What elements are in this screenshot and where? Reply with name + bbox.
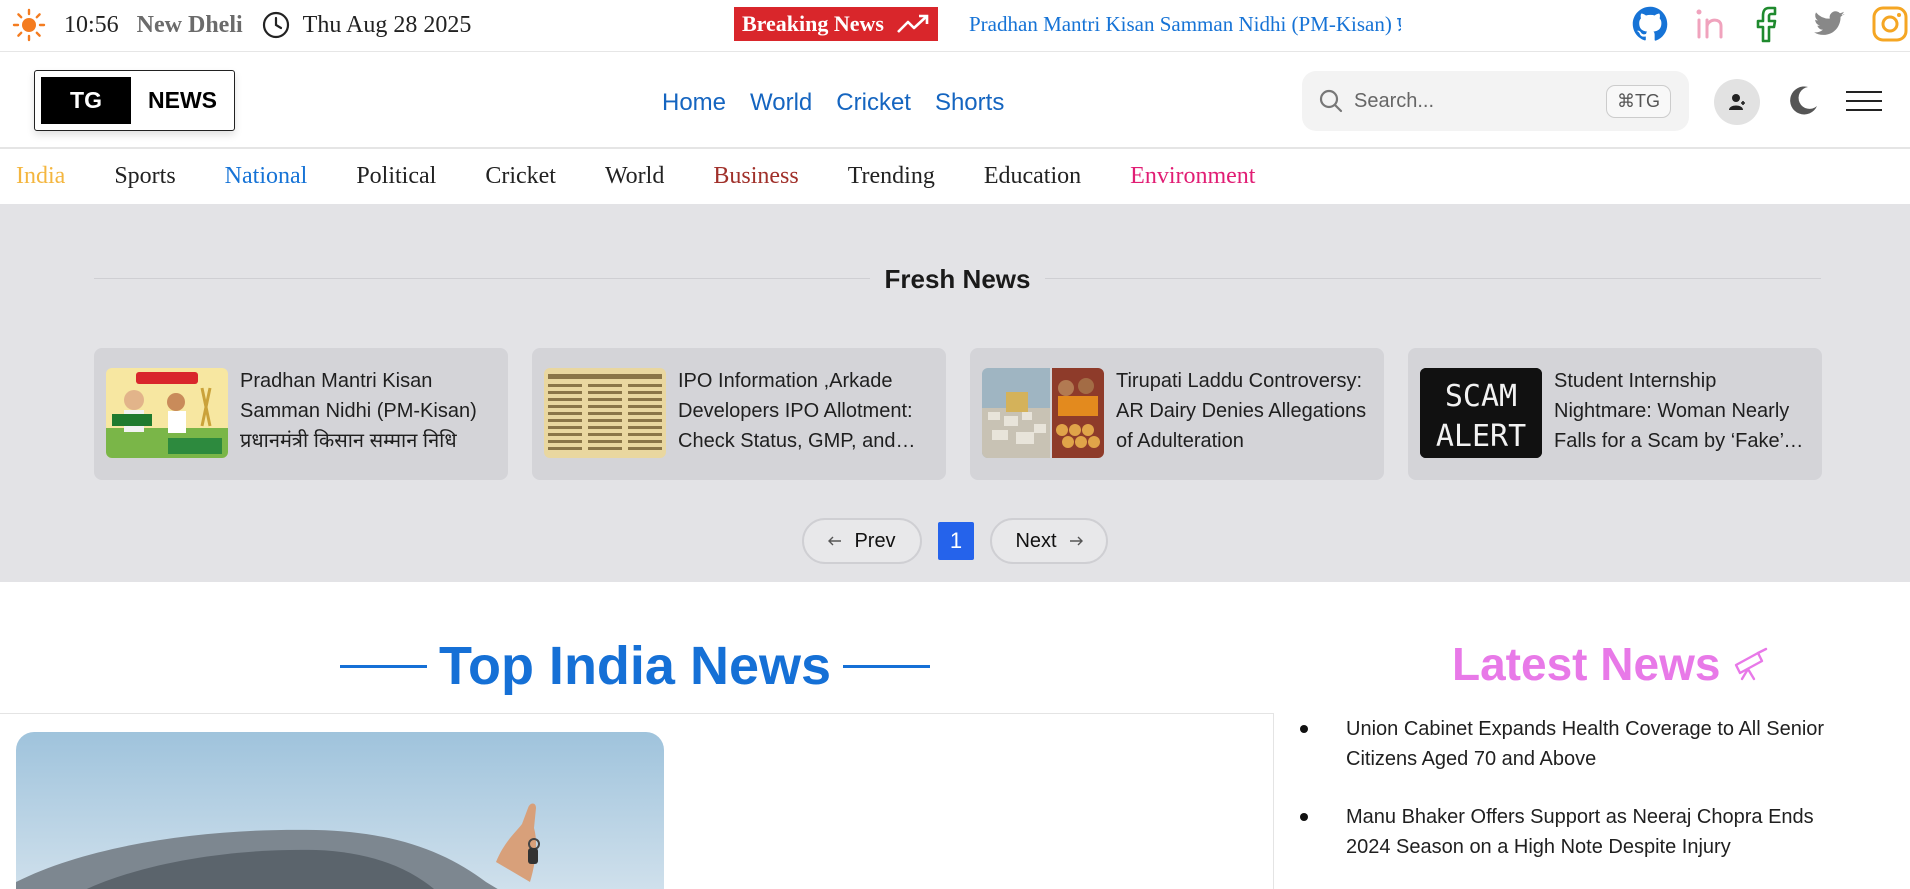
news-card[interactable]: Pradhan Mantri Kisan Samman Nidhi (PM-Ki… (94, 348, 508, 480)
current-date: Thu Aug 28 2025 (302, 11, 472, 38)
nav-shorts[interactable]: Shorts (935, 89, 1004, 117)
search-icon (1319, 89, 1343, 113)
category-education[interactable]: Education (984, 163, 1081, 190)
scam-alert-thumbnail: SCAM ALERT (1420, 368, 1542, 458)
category-environment[interactable]: Environment (1130, 163, 1255, 190)
telescope-icon (1735, 647, 1768, 681)
category-cricket[interactable]: Cricket (485, 163, 556, 190)
category-political[interactable]: Political (356, 163, 436, 190)
breaking-news-badge[interactable]: Breaking News (734, 7, 938, 41)
facebook-icon[interactable] (1750, 4, 1790, 44)
scam-alert-line-2: ALERT (1436, 419, 1526, 454)
github-icon[interactable] (1630, 4, 1670, 44)
next-page-label: Next (1015, 529, 1057, 552)
next-page-button[interactable]: Next (990, 518, 1108, 564)
menu-icon[interactable] (1846, 91, 1882, 111)
heading-line-left (340, 664, 427, 668)
main-nav: Home World Cricket Shorts (662, 83, 1004, 123)
news-ticker[interactable]: Pradhan Mantri Kisan Samman Nidhi (PM-Ki… (969, 7, 1401, 41)
site-header: TG NEWS Home World Cricket Shorts ⌘TG (0, 53, 1910, 149)
latest-news-item[interactable]: Union Cabinet Expands Health Coverage to… (1300, 714, 1860, 774)
latest-news-heading: Latest News (1452, 636, 1768, 692)
news-card-title: Pradhan Mantri Kisan Samman Nidhi (PM-Ki… (240, 370, 477, 452)
news-card-title: IPO Information ,Arkade Developers IPO A… (678, 370, 913, 452)
logo-tg-block: TG (41, 77, 131, 124)
top-bar: 10:56 New Dheli Thu Aug 28 2025 Breaking… (0, 0, 1910, 52)
user-icon (1729, 94, 1745, 110)
prev-page-label: Prev (854, 529, 896, 552)
hero-article-image[interactable] (16, 732, 664, 889)
category-national[interactable]: National (225, 163, 308, 190)
category-nav: India Sports National Political Cricket … (0, 151, 1910, 204)
search-input[interactable] (1354, 89, 1584, 113)
arrow-right-icon (1069, 536, 1083, 546)
top-india-news-heading: Top India News (340, 634, 930, 698)
category-list: India Sports National Political Cricket … (16, 163, 1304, 190)
category-world[interactable]: World (605, 163, 664, 190)
nav-home[interactable]: Home (662, 89, 726, 117)
site-logo[interactable]: TG NEWS (34, 70, 235, 131)
latest-news-list: Union Cabinet Expands Health Coverage to… (1300, 714, 1860, 889)
category-sports[interactable]: Sports (114, 163, 175, 190)
scam-alert-line-1: SCAM (1445, 379, 1517, 414)
category-trending[interactable]: Trending (848, 163, 935, 190)
newspaper-thumbnail (544, 368, 666, 458)
search-shortcut-hint: ⌘TG (1606, 85, 1671, 118)
user-account-button[interactable] (1714, 79, 1760, 125)
category-business[interactable]: Business (713, 163, 798, 190)
latest-news-item[interactable]: Manu Bhaker Offers Support as Neeraj Cho… (1300, 802, 1860, 862)
sun-icon (12, 8, 46, 42)
tirupati-thumbnail (982, 368, 1104, 458)
latest-news-title: Latest News (1452, 638, 1721, 690)
arrow-left-icon (828, 536, 842, 546)
fresh-news-cards: Pradhan Mantri Kisan Samman Nidhi (PM-Ki… (94, 348, 1822, 480)
linkedin-icon[interactable] (1690, 4, 1730, 44)
category-india[interactable]: India (16, 163, 65, 190)
instagram-icon[interactable] (1870, 4, 1910, 44)
pm-kisan-thumbnail (106, 368, 228, 458)
news-card-title: Tirupati Laddu Controversy: AR Dairy Den… (1116, 370, 1367, 452)
clock-icon (262, 11, 289, 39)
news-card-title: Student Internship Nightmare: Woman Near… (1554, 370, 1790, 452)
search-box[interactable]: ⌘TG (1302, 71, 1689, 131)
breaking-news-label: Breaking News (742, 11, 884, 36)
current-time: 10:56 (64, 11, 119, 38)
news-card[interactable]: IPO Information ,Arkade Developers IPO A… (532, 348, 946, 480)
nav-cricket[interactable]: Cricket (836, 89, 911, 117)
nav-world[interactable]: World (750, 89, 812, 117)
weather-time-bar: 10:56 New Dheli Thu Aug 28 2025 (12, 8, 471, 42)
trending-up-icon (897, 14, 929, 33)
heading-line-right (843, 664, 930, 668)
current-page-number[interactable]: 1 (938, 522, 974, 560)
location-city: New Dheli (136, 11, 243, 38)
news-card[interactable]: SCAM ALERT Student Internship Nightmare:… (1408, 348, 1822, 480)
prev-page-button[interactable]: Prev (802, 518, 922, 564)
top-india-news-title: Top India News (438, 636, 832, 696)
dark-mode-toggle-icon[interactable] (1786, 84, 1820, 118)
fresh-news-section: Fresh News Pradhan Mantri Kisan Samman N… (0, 204, 1910, 582)
news-card[interactable]: Tirupati Laddu Controversy: AR Dairy Den… (970, 348, 1384, 480)
fresh-news-title: Fresh News (870, 260, 1045, 298)
twitter-icon[interactable] (1810, 4, 1850, 44)
logo-news-text: NEWS (148, 87, 217, 113)
pagination: Prev 1 Next (802, 517, 1108, 565)
social-links (1610, 4, 1910, 44)
